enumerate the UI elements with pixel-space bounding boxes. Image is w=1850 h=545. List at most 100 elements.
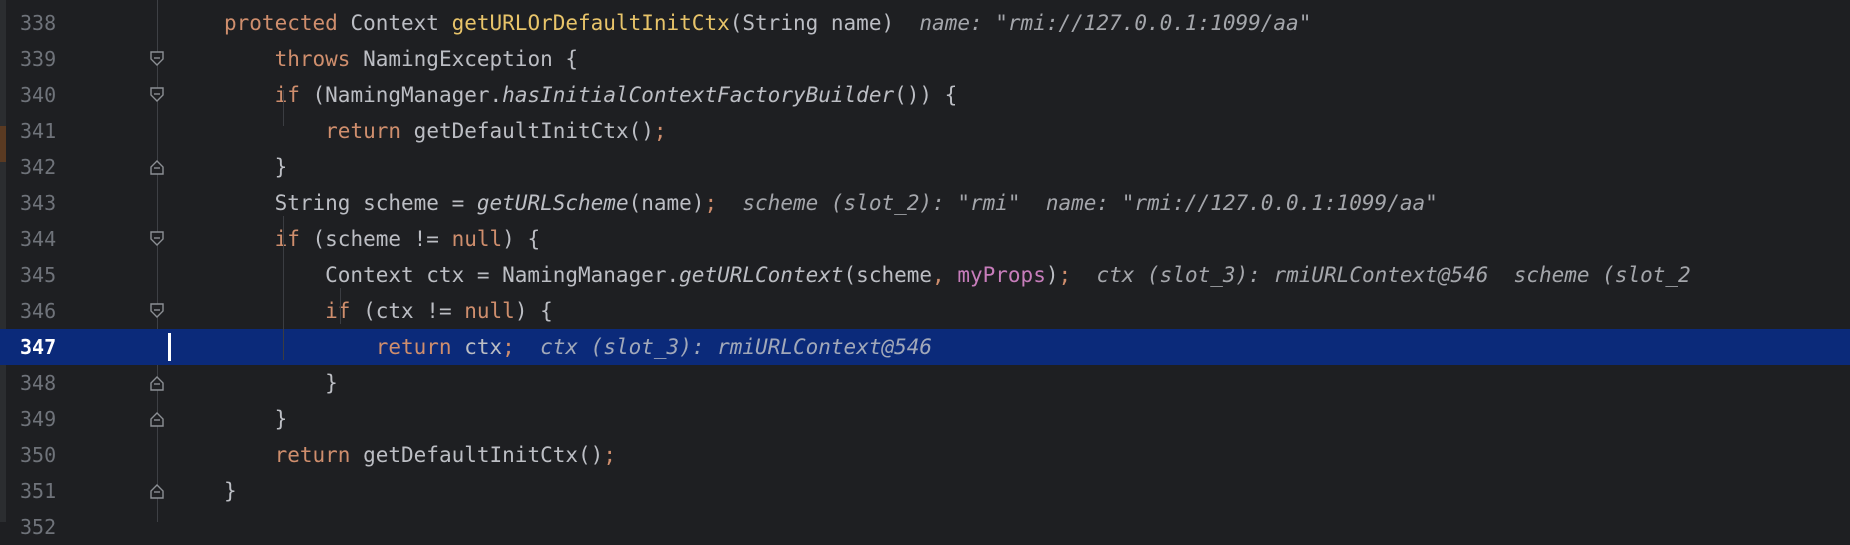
code-text[interactable]: String scheme = getURLScheme(name); sche…	[224, 185, 1438, 221]
code-token: }	[224, 407, 288, 431]
code-token: getDefaultInitCtx()	[413, 119, 654, 143]
line-number[interactable]: 340	[20, 77, 80, 113]
code-token: }	[224, 479, 237, 503]
line-number[interactable]: 343	[20, 185, 80, 221]
inline-debug-value: scheme (slot_2): "rmi" name: "rmi://127.…	[717, 191, 1438, 215]
line-number[interactable]: 345	[20, 257, 80, 293]
code-token: null	[451, 227, 503, 251]
code-text[interactable]: if (NamingManager.hasInitialContextFacto…	[224, 77, 958, 113]
code-token: (name)	[628, 191, 705, 215]
line-number[interactable]: 347	[20, 329, 80, 365]
line-number[interactable]: 339	[20, 41, 80, 77]
code-token: return	[325, 119, 414, 143]
code-text[interactable]: }	[224, 365, 338, 401]
code-line[interactable]: 351}	[0, 473, 1850, 509]
line-number[interactable]: 346	[20, 293, 80, 329]
code-token: getURLContext	[679, 263, 844, 287]
code-token: return	[274, 443, 364, 467]
code-token: getDefaultInitCtx()	[363, 443, 604, 467]
code-token: getURLScheme	[476, 191, 629, 215]
current-line[interactable]: 347 return ctx; ctx (slot_3): rmiURLCont…	[0, 329, 1850, 365]
code-token: )	[1045, 263, 1059, 287]
indent-guide	[283, 90, 284, 126]
code-text[interactable]: return ctx; ctx (slot_3): rmiURLContext@…	[224, 329, 932, 365]
code-token: ;	[704, 191, 718, 215]
code-token: ) {	[514, 299, 553, 323]
code-text[interactable]: throws NamingException {	[224, 41, 578, 77]
indent-guide	[340, 288, 341, 324]
code-line[interactable]: 344 if (scheme != null) {	[0, 221, 1850, 257]
code-text[interactable]: Context ctx = NamingManager.getURLContex…	[224, 257, 1691, 293]
line-number[interactable]: 352	[20, 509, 80, 545]
fold-close-icon[interactable]	[148, 481, 168, 501]
code-token: hasInitialContextFactoryBuilder	[502, 83, 895, 107]
line-number[interactable]: 351	[20, 473, 80, 509]
code-text[interactable]: return getDefaultInitCtx();	[224, 437, 616, 473]
code-text[interactable]: if (scheme != null) {	[224, 221, 541, 257]
code-token: myProps	[957, 263, 1046, 287]
code-token: protected	[224, 11, 351, 35]
code-token: String scheme =	[224, 191, 477, 215]
code-line[interactable]: 349 }	[0, 401, 1850, 437]
line-number[interactable]: 342	[20, 149, 80, 185]
fold-close-icon[interactable]	[148, 409, 168, 429]
code-token: ctx	[464, 335, 503, 359]
code-token: null	[464, 299, 515, 323]
code-line[interactable]: 341 return getDefaultInitCtx();	[0, 113, 1850, 149]
code-line[interactable]: 348 }	[0, 365, 1850, 401]
line-number[interactable]: 344	[20, 221, 80, 257]
code-token: (ctx !=	[363, 299, 465, 323]
code-text[interactable]: }	[224, 401, 288, 437]
code-line[interactable]: 339 throws NamingException {	[0, 41, 1850, 77]
code-text[interactable]: }	[224, 473, 237, 509]
code-token: ) {	[502, 227, 541, 251]
line-number[interactable]: 341	[20, 113, 80, 149]
code-line[interactable]: 346 if (ctx != null) {	[0, 293, 1850, 329]
code-line[interactable]: 350 return getDefaultInitCtx();	[0, 437, 1850, 473]
code-text[interactable]: return getDefaultInitCtx();	[224, 113, 667, 149]
code-line[interactable]: 352	[0, 509, 1850, 545]
code-token: }	[224, 155, 288, 179]
code-editor[interactable]: 338 protected Context getURLOrDefaultInit…	[0, 0, 1850, 539]
code-line[interactable]: 343 String scheme = getURLScheme(name); …	[0, 185, 1850, 221]
code-token: if	[274, 83, 313, 107]
code-text[interactable]: }	[224, 149, 288, 185]
fold-close-icon[interactable]	[148, 157, 168, 177]
code-token: getURLOrDefaultInitCtx	[451, 11, 730, 35]
code-line[interactable]: 345 Context ctx = NamingManager.getURLCo…	[0, 257, 1850, 293]
code-token: (NamingManager.	[312, 83, 503, 107]
code-token: ;	[653, 119, 667, 143]
inline-debug-value: ctx (slot_3): rmiURLContext@546 scheme (…	[1071, 263, 1691, 287]
fold-open-icon[interactable]	[148, 85, 168, 105]
code-token: (String name)	[729, 11, 895, 35]
code-token: return	[375, 335, 465, 359]
code-line[interactable]: 340 if (NamingManager.hasInitialContextF…	[0, 77, 1850, 113]
code-token: (scheme	[843, 263, 933, 287]
code-token: ()) {	[894, 83, 958, 107]
code-token: ;	[603, 443, 616, 467]
line-number[interactable]: 338	[20, 5, 80, 41]
inline-debug-value: name: "rmi://127.0.0.1:1099/aa"	[894, 11, 1312, 35]
inline-debug-value: ctx (slot_3): rmiURLContext@546	[514, 335, 933, 359]
code-line[interactable]: 342 }	[0, 149, 1850, 185]
line-number[interactable]: 348	[20, 365, 80, 401]
code-text[interactable]: protected Context getURLOrDefaultInitCtx…	[224, 5, 1311, 41]
code-token: Context ctx = NamingManager.	[224, 263, 680, 287]
code-line[interactable]: 338 protected Context getURLOrDefaultInit…	[0, 5, 1850, 41]
code-token: throws	[274, 47, 364, 71]
code-token: NamingException {	[363, 47, 579, 71]
fold-close-icon[interactable]	[148, 373, 168, 393]
fold-open-icon[interactable]	[148, 49, 168, 69]
fold-open-icon[interactable]	[148, 301, 168, 321]
code-token: }	[224, 371, 338, 395]
line-number[interactable]: 350	[20, 437, 80, 473]
code-token: ,	[932, 263, 958, 287]
line-number[interactable]: 349	[20, 401, 80, 437]
code-text[interactable]: if (ctx != null) {	[224, 293, 553, 329]
fold-open-icon[interactable]	[148, 229, 168, 249]
